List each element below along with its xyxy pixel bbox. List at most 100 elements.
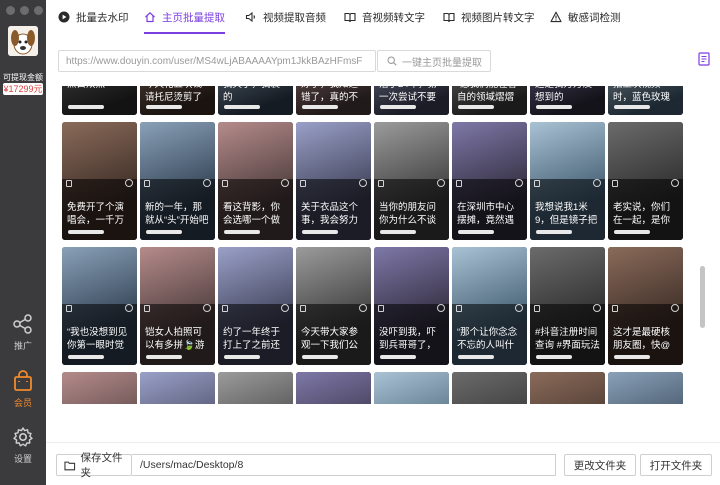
close-icon[interactable]: [437, 304, 445, 312]
video-card[interactable]: [218, 372, 293, 404]
close-window-button[interactable]: [6, 6, 15, 15]
file-icon[interactable]: [144, 304, 150, 312]
video-card[interactable]: #抖音注册时间查询 #界面玩法: [530, 247, 605, 365]
sidebar-item-promote[interactable]: 推广: [0, 313, 46, 352]
close-icon[interactable]: [203, 179, 211, 187]
close-icon[interactable]: [359, 179, 367, 187]
progress-bar: [302, 230, 338, 234]
video-card[interactable]: “愿我们能在各自的领域熠熠生辉”: [452, 86, 527, 115]
progress-bar: [224, 230, 260, 234]
scrollbar[interactable]: [698, 88, 706, 400]
video-card[interactable]: 免费开了个演唱会，一千万观: [62, 122, 137, 240]
video-card[interactable]: 我想说我1米9，但是镜子把我: [530, 122, 605, 240]
video-card[interactable]: [140, 372, 215, 404]
balance-label: 可提现金额: [3, 73, 43, 82]
close-icon[interactable]: [437, 179, 445, 187]
save-folder-button[interactable]: 保存文件夹: [56, 452, 132, 479]
batch-extract-button[interactable]: 一键主页批量提取: [377, 50, 491, 72]
video-card[interactable]: 今天花五块钱请托尼烫剪了一: [140, 86, 215, 115]
video-card[interactable]: 今天带大家参观一下我们公司: [296, 247, 371, 365]
scrollbar-thumb[interactable]: [700, 266, 705, 328]
file-icon[interactable]: [456, 179, 462, 187]
video-card[interactable]: 老实说，你们在一起，是你先: [608, 122, 683, 240]
close-icon[interactable]: [359, 304, 367, 312]
file-icon[interactable]: [66, 179, 72, 187]
video-card[interactable]: [452, 372, 527, 404]
video-card[interactable]: 活了24年，第一次尝试不要: [374, 86, 449, 115]
tab-video-image-to-text[interactable]: 视频图片转文字: [443, 0, 535, 34]
file-icon[interactable]: [378, 179, 384, 187]
change-folder-button[interactable]: 更改文件夹: [564, 454, 636, 476]
video-card[interactable]: 没吓到我，吓到兵哥哥了，真的: [374, 247, 449, 365]
sidebar-item-settings[interactable]: 设置: [0, 426, 46, 465]
video-card[interactable]: 拍上次视频时，蓝色玫瑰: [608, 86, 683, 115]
video-grid: 黑白双煞今天花五块钱请托尼烫剪了一 我爽了，我装的 好了，我知道错了，真的不是 活了2…: [62, 86, 683, 404]
file-icon[interactable]: [378, 304, 384, 312]
video-card[interactable]: 新的一年，那就从“头”开始吧: [140, 122, 215, 240]
close-icon[interactable]: [515, 304, 523, 312]
file-icon[interactable]: [144, 179, 150, 187]
minimize-window-button[interactable]: [20, 6, 29, 15]
video-card[interactable]: [296, 372, 371, 404]
top-tabs: 批量去水印 主页批量提取 视频提取音频 音视频转文字 视频图片转文字 敏感词检测: [46, 0, 720, 34]
tab-extract-audio[interactable]: 视频提取音频: [245, 0, 326, 34]
video-thumbnail: [140, 372, 215, 404]
video-card[interactable]: 这是我万万没想到的: [530, 86, 605, 115]
video-card[interactable]: 约了一年终于打上了之前还扣: [218, 247, 293, 365]
file-icon[interactable]: [612, 179, 618, 187]
video-card[interactable]: 当你的朋友问你为什么不谈恋: [374, 122, 449, 240]
close-icon[interactable]: [593, 179, 601, 187]
close-icon[interactable]: [593, 304, 601, 312]
file-icon[interactable]: [456, 304, 462, 312]
video-card[interactable]: 黑白双煞: [62, 86, 137, 115]
tab-homepage-extract[interactable]: 主页批量提取: [144, 0, 225, 34]
close-icon[interactable]: [125, 304, 133, 312]
close-icon[interactable]: [203, 304, 211, 312]
tab-sensitive-words[interactable]: 敏感词检测: [550, 0, 621, 34]
video-card[interactable]: 在深圳市中心摆摊，竟然遇到: [452, 122, 527, 240]
close-icon[interactable]: [515, 179, 523, 187]
close-icon[interactable]: [281, 304, 289, 312]
video-card[interactable]: [608, 372, 683, 404]
avatar[interactable]: [8, 26, 38, 56]
file-icon[interactable]: [222, 179, 228, 187]
open-folder-button[interactable]: 打开文件夹: [640, 454, 712, 476]
file-icon[interactable]: [222, 304, 228, 312]
video-card[interactable]: 我爽了，我装的: [218, 86, 293, 115]
close-icon[interactable]: [281, 179, 289, 187]
video-card[interactable]: [374, 372, 449, 404]
video-thumbnail: [374, 372, 449, 404]
close-icon[interactable]: [125, 179, 133, 187]
document-icon[interactable]: [698, 52, 710, 66]
close-icon[interactable]: [671, 304, 679, 312]
video-card[interactable]: 铠女人拍照可以有多拼🍃游良: [140, 247, 215, 365]
video-caption: 今天带大家参观一下我们公司: [301, 327, 359, 351]
file-icon[interactable]: [300, 304, 306, 312]
tab-watermark-removal[interactable]: 批量去水印: [58, 0, 129, 34]
video-card[interactable]: [530, 372, 605, 404]
save-path-input[interactable]: [132, 454, 556, 476]
video-card[interactable]: “那个让你念念不忘的人叫什么: [452, 247, 527, 365]
close-icon[interactable]: [671, 179, 679, 187]
file-icon[interactable]: [534, 304, 540, 312]
progress-bar: [302, 355, 338, 359]
video-card[interactable]: 这才是最硬核朋友圈，快@你: [608, 247, 683, 365]
video-card[interactable]: “我也没想到见你第一眼时觉: [62, 247, 137, 365]
file-icon[interactable]: [612, 304, 618, 312]
progress-bar: [68, 105, 104, 109]
maximize-window-button[interactable]: [34, 6, 43, 15]
homepage-url-input[interactable]: [58, 50, 376, 72]
file-icon[interactable]: [534, 179, 540, 187]
video-card[interactable]: 看这背影，你会选哪一个做: [218, 122, 293, 240]
tab-av-to-text[interactable]: 音视频转文字: [344, 0, 425, 34]
video-thumbnail: [608, 372, 683, 404]
video-caption: 免费开了个演唱会，一千万观: [67, 202, 125, 226]
home-icon: [145, 11, 155, 23]
file-icon[interactable]: [66, 304, 72, 312]
sidebar-item-label: 推广: [13, 341, 32, 351]
video-card[interactable]: 好了，我知道错了，真的不是: [296, 86, 371, 115]
sidebar-item-member[interactable]: 会员: [0, 370, 46, 409]
video-card[interactable]: 关于衣品这个事，我会努力: [296, 122, 371, 240]
video-card[interactable]: [62, 372, 137, 404]
file-icon[interactable]: [300, 179, 306, 187]
